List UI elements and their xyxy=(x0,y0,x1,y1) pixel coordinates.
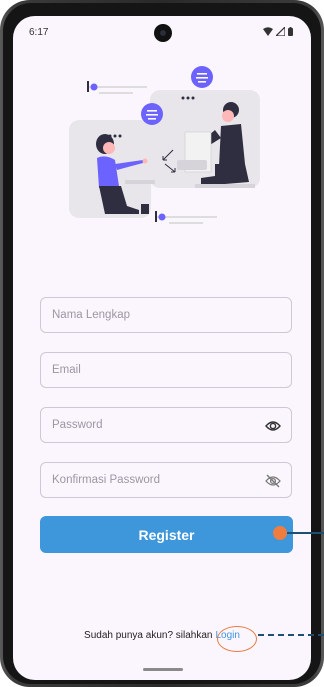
status-bar: 6:17 xyxy=(13,16,311,50)
login-highlight-circle xyxy=(217,626,257,652)
annotation-line xyxy=(287,532,324,534)
chat-bubble-icon xyxy=(141,103,163,125)
phone-frame: 6:17 Nama Lengkap Email Register Sudah p… xyxy=(0,0,324,687)
full-name-input[interactable] xyxy=(41,298,291,332)
home-indicator xyxy=(143,668,183,671)
confirm-password-field[interactable] xyxy=(40,462,292,498)
front-camera xyxy=(154,24,172,42)
chat-bubble-icon xyxy=(191,66,213,88)
confirm-password-input[interactable] xyxy=(41,463,291,497)
password-input[interactable] xyxy=(41,408,291,442)
register-illustration xyxy=(69,66,260,224)
annotation-dashed-line xyxy=(258,634,324,636)
email-input[interactable] xyxy=(41,353,291,387)
annotation-dot xyxy=(273,526,287,540)
status-icons xyxy=(263,27,293,36)
wifi-icon xyxy=(263,27,273,36)
eye-icon[interactable] xyxy=(263,416,283,436)
top-slider-dot xyxy=(90,83,98,91)
battery-icon xyxy=(288,27,293,36)
register-button[interactable]: Register xyxy=(40,516,293,553)
app-screen: 6:17 Nama Lengkap Email Register Sudah p… xyxy=(13,16,311,680)
status-time: 6:17 xyxy=(29,27,49,38)
email-field[interactable] xyxy=(40,352,292,388)
eye-off-icon[interactable] xyxy=(263,471,283,491)
signal-icon xyxy=(276,27,285,36)
full-name-field[interactable] xyxy=(40,297,292,333)
login-prompt-text: Sudah punya akun? silahkan xyxy=(84,630,213,641)
password-field[interactable] xyxy=(40,407,292,443)
